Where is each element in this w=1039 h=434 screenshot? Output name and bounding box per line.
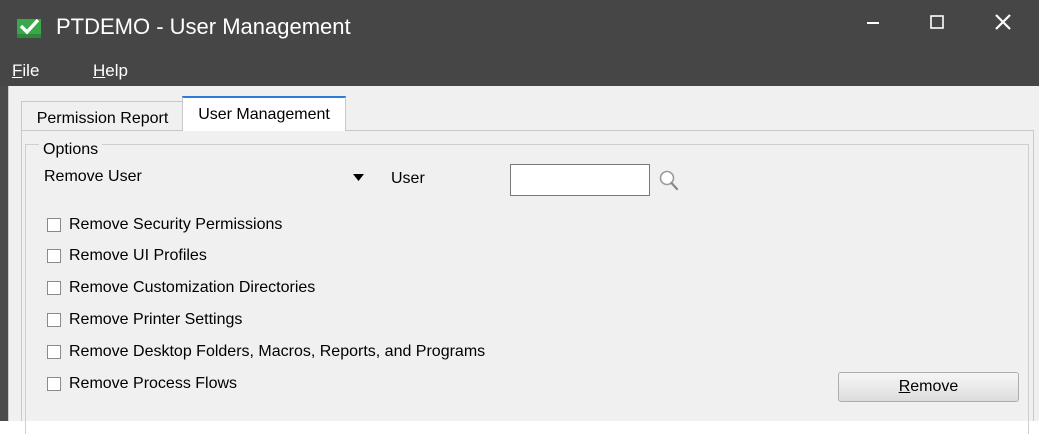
tab-user-management[interactable]: User Management bbox=[182, 96, 346, 131]
close-button[interactable] bbox=[973, 0, 1033, 44]
checkbox-label: Remove Customization Directories bbox=[69, 279, 316, 296]
options-group-label: Options bbox=[39, 141, 103, 159]
menu-file-mnemonic: F bbox=[12, 61, 23, 80]
checkbox-label: Remove UI Profiles bbox=[69, 247, 207, 264]
window-title: PTDEMO - User Management bbox=[56, 14, 351, 39]
close-icon bbox=[995, 14, 1011, 30]
title-bar[interactable]: PTDEMO - User Management bbox=[0, 0, 1039, 56]
user-input[interactable] bbox=[510, 164, 650, 196]
chevron-down-icon bbox=[353, 174, 364, 181]
checkbox[interactable] bbox=[47, 281, 61, 295]
checkmark-app-icon bbox=[17, 18, 41, 38]
checkbox-row-desktop[interactable]: Remove Desktop Folders, Macros, Reports,… bbox=[47, 342, 485, 362]
user-label: User bbox=[391, 170, 425, 187]
action-select[interactable]: Remove User bbox=[34, 166, 384, 190]
checkbox[interactable] bbox=[47, 345, 61, 359]
checkbox-label: Remove Printer Settings bbox=[69, 311, 243, 328]
checkbox-row-printer[interactable]: Remove Printer Settings bbox=[47, 310, 242, 330]
action-select-value: Remove User bbox=[44, 168, 142, 185]
tab-permission-report[interactable]: Permission Report bbox=[21, 101, 184, 130]
checkbox[interactable] bbox=[47, 313, 61, 327]
checkbox-row-security[interactable]: Remove Security Permissions bbox=[47, 215, 282, 235]
maximize-icon bbox=[930, 15, 944, 29]
checkbox[interactable] bbox=[47, 377, 61, 391]
menu-help-rest: elp bbox=[105, 61, 128, 80]
checkbox-row-process-flows[interactable]: Remove Process Flows bbox=[47, 374, 237, 394]
magnifier-icon[interactable] bbox=[657, 169, 681, 193]
checkbox-row-ui-profiles[interactable]: Remove UI Profiles bbox=[47, 246, 207, 266]
checkbox-label: Remove Process Flows bbox=[69, 375, 238, 392]
checkbox-label: Remove Security Permissions bbox=[69, 216, 283, 233]
maximize-button[interactable] bbox=[907, 0, 967, 44]
checkbox-label: Remove Desktop Folders, Macros, Reports,… bbox=[69, 343, 486, 360]
client-area: Permission Report User Management Option… bbox=[8, 86, 1039, 434]
menu-bar: File Help bbox=[0, 56, 1039, 86]
menu-file[interactable]: File bbox=[12, 61, 39, 81]
remove-button-mnemonic: R bbox=[898, 378, 911, 395]
menu-help[interactable]: Help bbox=[93, 61, 128, 81]
checkbox[interactable] bbox=[47, 218, 61, 232]
menu-help-mnemonic: H bbox=[93, 61, 106, 80]
checkbox-row-customization[interactable]: Remove Customization Directories bbox=[47, 278, 315, 298]
minimize-button[interactable] bbox=[843, 0, 903, 44]
menu-file-rest: ile bbox=[22, 61, 40, 80]
checkbox[interactable] bbox=[47, 249, 61, 263]
remove-button[interactable]: Remove bbox=[838, 372, 1019, 402]
minimize-icon bbox=[867, 22, 879, 24]
app-window: PTDEMO - User Management File Help Permi… bbox=[0, 0, 1039, 434]
remove-button-rest: emove bbox=[910, 378, 959, 395]
